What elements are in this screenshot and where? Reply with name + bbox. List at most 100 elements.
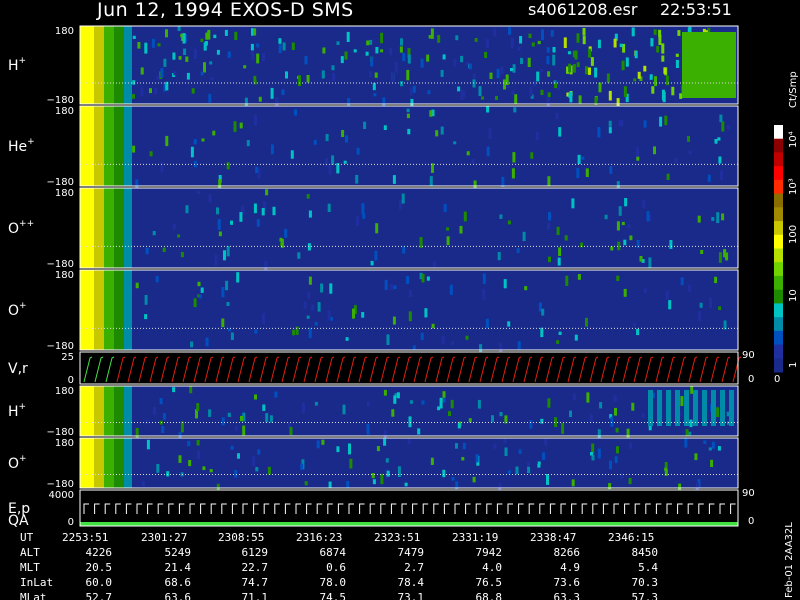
axis-bottom-label: 0: [68, 517, 74, 528]
table-cell: 68.6: [165, 576, 192, 589]
spectrogram-cell: [369, 39, 373, 45]
spectrogram-band: [104, 438, 114, 488]
spectrogram-cell: [488, 128, 492, 140]
spectrogram-cell: [707, 174, 711, 182]
spectrogram-cell: [572, 393, 576, 400]
spectrogram-cell: [250, 43, 254, 51]
spectrogram-cell: [531, 42, 535, 47]
spectrogram-cell: [443, 204, 447, 212]
spectrogram-band: [693, 390, 698, 426]
spectrogram-cell: [304, 481, 308, 486]
spectrogram-cell: [680, 396, 684, 406]
spectrogram-cell: [588, 67, 591, 75]
spectrogram-cell: [646, 211, 650, 222]
spectrogram-cell: [675, 59, 679, 68]
spectrogram-cell: [461, 457, 465, 461]
spectrogram-band: [682, 32, 736, 98]
footer-vertical-text: Feb-01 2AA32L: [784, 522, 795, 598]
spectrogram-cell: [503, 438, 507, 444]
spectrogram-cell: [261, 208, 265, 216]
spectrogram-cell: [389, 47, 393, 56]
spectrogram-cell: [140, 87, 144, 97]
spectrogram-cell: [597, 448, 601, 459]
spectrogram-cell: [256, 43, 260, 48]
spectrogram-cell: [182, 33, 186, 44]
spectrogram-cell: [576, 62, 580, 68]
spectrogram-cell: [536, 71, 540, 82]
spectrogram-cell: [141, 480, 145, 487]
spectrogram-cell: [623, 86, 627, 97]
axis-top-label: 180: [55, 188, 74, 199]
spectrogram-cell: [718, 156, 722, 164]
spectrogram-cell: [465, 335, 469, 340]
spectrogram-cell: [555, 113, 559, 120]
spectrogram-cell: [135, 179, 139, 189]
spectrogram-cell: [325, 134, 329, 142]
spectrogram-cell: [218, 231, 222, 237]
spectrogram-cell: [145, 247, 149, 255]
spectrogram-cell: [491, 415, 494, 423]
spectrogram-cell: [721, 213, 725, 221]
spectrogram-cell: [535, 131, 539, 141]
spectrogram-cell: [503, 279, 507, 289]
spectrogram-cell: [516, 248, 520, 253]
spectrogram-cell: [221, 318, 225, 328]
spectrogram-cell: [653, 29, 657, 35]
spectrogram-band: [80, 106, 94, 186]
spectrogram-cell: [178, 455, 182, 463]
spectrogram-cell: [383, 125, 387, 130]
spectrogram-cell: [547, 176, 551, 187]
colorbar-swatch: [774, 193, 783, 208]
colorbar: Ct/Smp10⁴10³1001010: [774, 71, 799, 385]
spectrogram-cell: [406, 108, 410, 113]
spectrogram-cell: [262, 52, 266, 62]
spectrogram-cell: [409, 87, 413, 96]
spectrogram-cell: [146, 439, 150, 450]
colorbar-zero: 0: [774, 374, 780, 385]
spectrogram-cell: [200, 71, 204, 76]
spectrogram-cell: [186, 72, 190, 80]
spectrogram-cell: [636, 147, 639, 159]
spectrogram-cell: [527, 461, 530, 466]
spectrogram-cell: [152, 230, 156, 236]
spectrogram-cell: [641, 413, 645, 418]
spectrogram-cell: [282, 42, 286, 51]
spectrogram-cell: [373, 93, 377, 97]
spectrogram-cell: [468, 418, 472, 423]
spectrogram-cell: [547, 92, 551, 98]
spectrogram-cell: [218, 179, 222, 189]
spectrogram-cell: [688, 431, 692, 436]
spectrogram-cell: [550, 30, 554, 37]
spectrogram-cell: [392, 175, 396, 184]
spectrogram-cell: [205, 32, 209, 40]
spectrogram-cell: [321, 439, 325, 445]
spectrogram-cell: [343, 160, 347, 164]
spectrogram-cell: [217, 219, 221, 230]
spectrogram-cell: [558, 247, 562, 256]
spectrogram-cell: [246, 140, 250, 147]
chart-title: Jun 12, 1994 EXOS-D SMS: [96, 0, 354, 21]
spectrogram-cell: [571, 198, 575, 209]
spectrogram-cell: [298, 75, 301, 86]
table-cell: 20.5: [86, 561, 113, 574]
spectrogram-cell: [412, 85, 416, 93]
panel-o: O+ 180 −180: [8, 269, 739, 355]
spectrogram-cell: [699, 302, 703, 308]
spectrogram-cell: [162, 247, 166, 252]
spectrogram-cell: [661, 55, 665, 62]
spectrogram-cell: [495, 96, 498, 101]
axis-bottom-label: −180: [47, 479, 74, 490]
spectrogram-cell: [432, 261, 436, 269]
spectrogram-cell: [307, 292, 311, 299]
colorbar-swatch: [774, 344, 783, 359]
spectrogram-cell: [577, 154, 581, 165]
spectrogram-cell: [661, 43, 665, 54]
spectrogram-cell: [577, 274, 581, 280]
spectrogram-cell: [205, 337, 209, 347]
spectrogram-cell: [460, 55, 464, 63]
spectrogram-cell: [402, 246, 406, 254]
spectrogram-cell: [563, 37, 567, 48]
spectrogram-band: [104, 270, 114, 350]
spectrogram-cell: [608, 90, 612, 101]
spectrogram-band: [104, 386, 114, 436]
